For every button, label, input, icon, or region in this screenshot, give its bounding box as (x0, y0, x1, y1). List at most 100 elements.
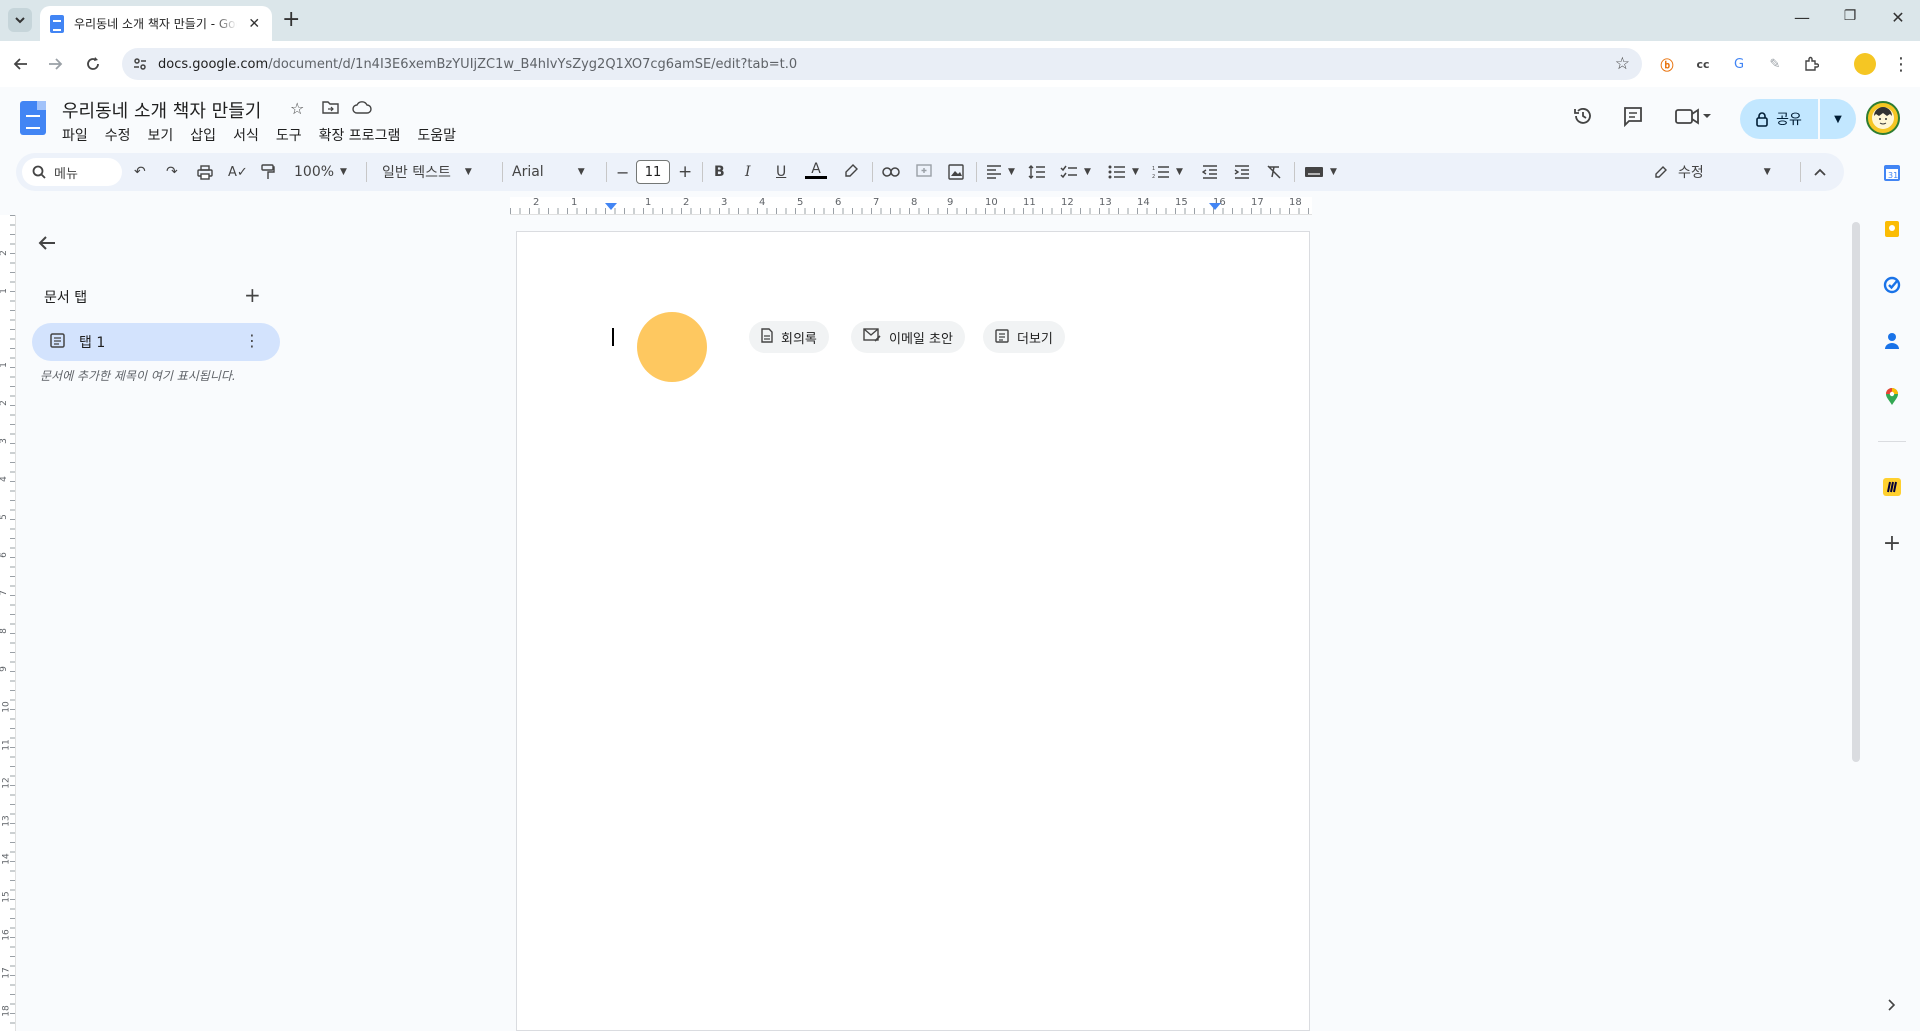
menu-search-input[interactable]: 메뉴 (22, 158, 122, 186)
insert-link-icon[interactable] (882, 162, 900, 182)
highlight-icon[interactable] (844, 162, 858, 182)
menu-help[interactable]: 도움말 (417, 125, 465, 145)
input-tools-select[interactable]: ▼ (1304, 162, 1337, 182)
right-indent-marker[interactable] (1209, 203, 1221, 210)
menu-file[interactable]: 파일 (62, 125, 97, 145)
address-bar[interactable]: docs.google.com/document/d/1n4I3E6xemBzY… (122, 48, 1642, 80)
add-tab-button[interactable]: + (244, 283, 261, 307)
browser-tab-active[interactable]: 우리동네 소개 책자 만들기 - Google Docs ✕ (40, 6, 272, 41)
clear-formatting-icon[interactable] (1266, 162, 1282, 182)
decrease-font-size-icon[interactable]: − (616, 162, 629, 182)
bold-icon[interactable]: B (714, 162, 725, 182)
cloud-saved-icon[interactable] (352, 99, 372, 118)
cc-extension-icon[interactable]: cc (1692, 53, 1714, 75)
side-panel-divider (1878, 441, 1906, 442)
version-history-icon[interactable] (1572, 105, 1594, 132)
menu-edit[interactable]: 수정 (105, 125, 140, 145)
move-folder-icon[interactable] (322, 99, 339, 118)
collapse-toolbar-icon[interactable] (1814, 162, 1826, 182)
spellcheck-icon[interactable]: A✓ (228, 162, 248, 182)
puzzle-extension-icon[interactable] (1800, 53, 1822, 75)
left-indent-marker[interactable] (605, 203, 617, 210)
align-select[interactable]: ▼ (986, 162, 1015, 182)
email-draft-chip[interactable]: 이메일 초안 (851, 321, 965, 353)
vertical-scrollbar[interactable] (1852, 222, 1860, 762)
zoom-select[interactable]: 100% ▼ (294, 162, 347, 182)
browser-menu-icon[interactable]: ⋮ (1890, 53, 1912, 75)
miro-icon[interactable] (1882, 477, 1902, 497)
translate-extension-icon[interactable]: G (1728, 53, 1750, 75)
add-addon-icon[interactable]: + (1882, 531, 1902, 556)
close-window-button[interactable]: ✕ (1886, 8, 1910, 27)
ruler-label: 7 (873, 197, 880, 208)
font-select[interactable]: Arial ▼ (512, 162, 585, 182)
text-color-icon[interactable]: A (805, 162, 827, 182)
star-icon[interactable]: ☆ (290, 99, 304, 118)
style-select[interactable]: 일반 텍스트 ▼ (382, 162, 472, 182)
meeting-notes-chip[interactable]: 회의록 (749, 321, 829, 353)
share-dropdown[interactable]: ▼ (1820, 99, 1856, 139)
site-info-icon[interactable] (132, 56, 148, 72)
more-vert-icon[interactable]: ⋮ (244, 331, 260, 350)
menu-insert[interactable]: 삽입 (190, 125, 225, 145)
restore-button[interactable]: ❐ (1838, 8, 1862, 24)
comments-icon[interactable] (1622, 105, 1644, 132)
print-icon[interactable] (197, 162, 213, 182)
minimize-button[interactable]: — (1790, 8, 1814, 27)
document-title[interactable]: 우리동네 소개 책자 만들기 (62, 97, 261, 123)
menu-extensions[interactable]: 확장 프로그램 (319, 125, 410, 145)
close-tab-icon[interactable]: ✕ (247, 16, 262, 32)
sidebar-item-tab-1[interactable]: 탭 1 ⋮ (32, 323, 280, 361)
font-size-input[interactable]: 11 (636, 160, 670, 184)
ruler-label: 6 (0, 552, 9, 558)
ruler-label: 17 (1, 967, 12, 979)
maps-icon[interactable] (1882, 387, 1902, 407)
more-chip[interactable]: 더보기 (983, 321, 1065, 353)
italic-icon[interactable]: I (745, 162, 751, 182)
contacts-icon[interactable] (1882, 331, 1902, 351)
meet-icon[interactable] (1674, 105, 1712, 132)
increase-indent-icon[interactable] (1234, 162, 1250, 182)
avatar[interactable] (1866, 101, 1900, 135)
calendar-icon[interactable]: 31 (1882, 163, 1902, 183)
expand-panel-icon[interactable] (1882, 995, 1902, 1015)
forward-button[interactable] (42, 51, 68, 77)
share-label: 공유 (1776, 112, 1802, 128)
paint-format-icon[interactable] (261, 162, 275, 182)
profile-extension-icon[interactable] (1854, 53, 1876, 75)
ruler-label: 16 (1, 929, 12, 941)
ruler-label: 8 (0, 628, 9, 634)
menu-view[interactable]: 보기 (148, 125, 183, 145)
increase-font-size-icon[interactable]: + (678, 162, 692, 182)
tasks-icon[interactable] (1882, 275, 1902, 295)
numbered-list-select[interactable]: 1 2 ▼ (1152, 162, 1183, 182)
horizontal-ruler[interactable]: 2 1 1 2 3 4 5 6 7 8 9 10 11 12 13 14 15 … (510, 197, 1312, 215)
decrease-indent-icon[interactable] (1202, 162, 1218, 182)
add-comment-icon[interactable] (916, 162, 932, 182)
reload-button[interactable] (80, 51, 106, 77)
menu-format[interactable]: 서식 (233, 125, 268, 145)
redo-icon[interactable]: ↷ (166, 162, 178, 182)
document-page[interactable]: 회의록 이메일 초안 더보기 (516, 231, 1310, 1031)
docs-logo-icon[interactable] (20, 101, 46, 135)
eraser-extension-icon[interactable]: ✎ (1764, 53, 1786, 75)
tab-search-button[interactable] (8, 8, 32, 32)
insert-image-icon[interactable] (948, 162, 964, 182)
checklist-select[interactable]: ▼ (1060, 162, 1091, 182)
bulleted-list-select[interactable]: ▼ (1108, 162, 1139, 182)
share-button[interactable]: 공유 (1740, 99, 1818, 139)
b-extension-icon[interactable]: ⓑ (1656, 53, 1678, 75)
caret-down-icon: ▼ (464, 167, 472, 177)
keep-icon[interactable] (1882, 219, 1902, 239)
back-button[interactable] (8, 51, 34, 77)
editing-mode-select[interactable]: 수정 ▼ (1654, 162, 1771, 182)
bookmark-star-icon[interactable]: ☆ (1615, 54, 1630, 74)
new-tab-button[interactable]: + (282, 8, 300, 32)
menu-tools[interactable]: 도구 (276, 125, 311, 145)
numbered-list-icon: 12 (1152, 166, 1169, 179)
close-outline-button[interactable] (38, 232, 56, 257)
line-spacing-icon[interactable] (1028, 162, 1046, 182)
underline-icon[interactable]: U (776, 162, 786, 182)
undo-icon[interactable]: ↶ (134, 162, 146, 182)
vertical-ruler[interactable]: 2 1 1 2 3 4 5 6 7 8 9 10 11 12 13 14 15 … (0, 215, 16, 1031)
